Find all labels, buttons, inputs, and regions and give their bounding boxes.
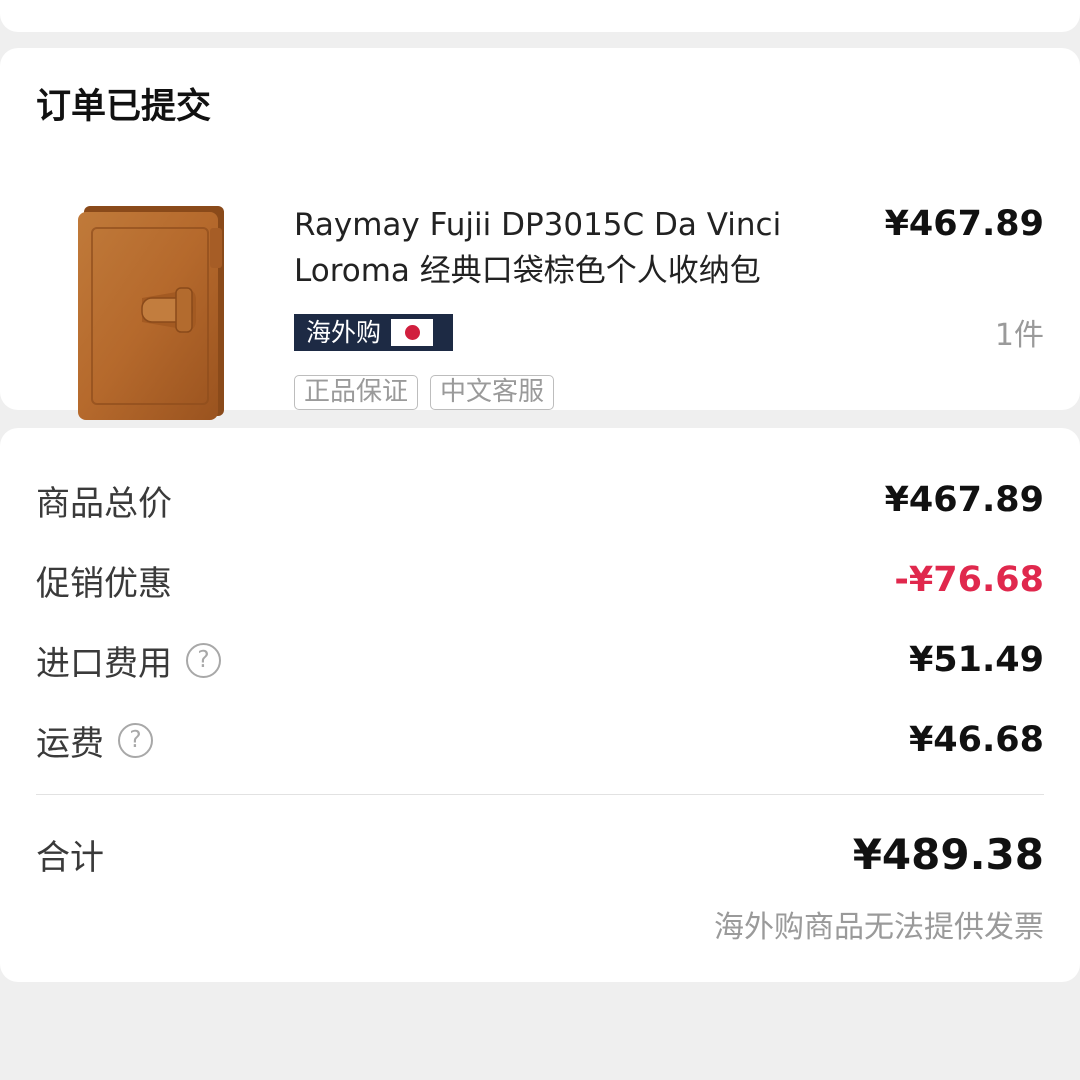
previous-card [0,0,1080,32]
summary-label: 运费 [36,723,104,764]
product-price: ¥467.89 [884,204,1044,244]
summary-row-shipping: 运费 ? ¥46.68 [36,710,1044,770]
summary-value: ¥467.89 [884,480,1044,520]
help-icon[interactable]: ? [118,722,153,758]
summary-value: ¥46.68 [908,720,1044,760]
product-image[interactable] [70,198,230,423]
summary-label: 进口费用 [36,643,172,684]
service-tags: 正品保证 中文客服 [294,375,555,410]
product-name[interactable]: Raymay Fujii DP3015C Da Vinci Loroma 经典口… [294,202,854,294]
summary-label: 商品总价 [36,483,172,524]
summary-row-subtotal: 商品总价 ¥467.89 [36,470,1044,530]
japan-flag-icon [391,319,434,346]
summary-label: 促销优惠 [36,563,172,604]
order-card: 订单已提交 Raymay Fujii DP3015C Da Vinci Loro… [0,48,1080,420]
invoice-note: 海外购商品无法提供发票 [714,910,1044,945]
total-row: 合计 ¥489.38 [36,824,1044,884]
summary-row-promotion: 促销优惠 -¥76.68 [36,550,1044,610]
summary-value: ¥51.49 [908,640,1044,680]
total-value: ¥489.38 [852,829,1044,879]
discount-value: -¥76.68 [894,560,1044,600]
tag-chinese-support: 中文客服 [430,375,555,410]
overseas-badge: 海外购 [294,314,453,351]
price-summary-card: 商品总价 ¥467.89 促销优惠 -¥76.68 进口费用 ? ¥51.49 … [0,428,1080,982]
order-title: 订单已提交 [36,87,212,127]
help-icon[interactable]: ? [186,642,221,678]
summary-row-import-fee: 进口费用 ? ¥51.49 [36,630,1044,690]
tag-authentic: 正品保证 [294,375,419,410]
badge-label: 海外购 [306,318,382,347]
divider [36,794,1044,795]
total-label: 合计 [36,837,104,878]
product-quantity: 1件 [994,318,1044,353]
